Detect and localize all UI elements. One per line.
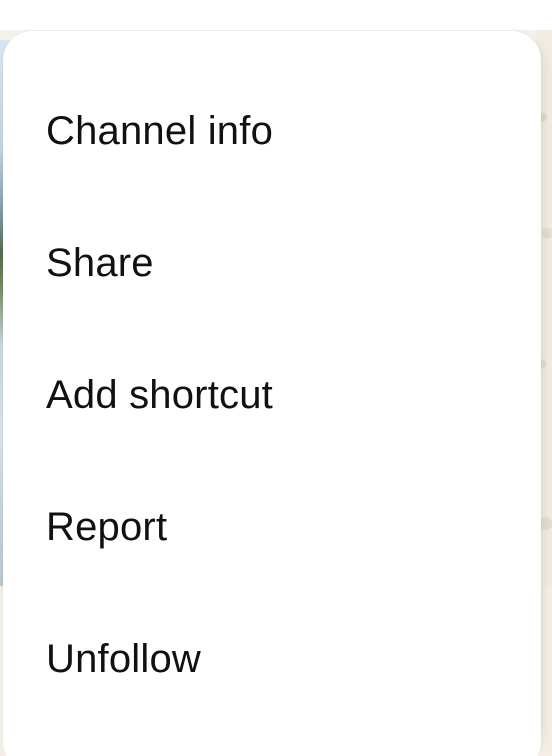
menu-item-unfollow[interactable]: Unfollow xyxy=(3,593,541,725)
menu-item-label: Add shortcut xyxy=(46,373,273,417)
menu-item-label: Share xyxy=(46,241,154,285)
menu-item-label: Report xyxy=(46,505,168,549)
menu-item-report[interactable]: Report xyxy=(3,461,541,593)
top-app-bar-background xyxy=(0,0,552,30)
menu-item-add-shortcut[interactable]: Add shortcut xyxy=(3,329,541,461)
overflow-menu: Channel info Share Add shortcut Report U… xyxy=(3,31,541,756)
menu-item-share[interactable]: Share xyxy=(3,197,541,329)
menu-item-label: Channel info xyxy=(46,109,274,153)
screen: Channel info Share Add shortcut Report U… xyxy=(0,0,552,756)
menu-item-label: Unfollow xyxy=(46,637,201,681)
menu-item-channel-info[interactable]: Channel info xyxy=(3,65,541,197)
